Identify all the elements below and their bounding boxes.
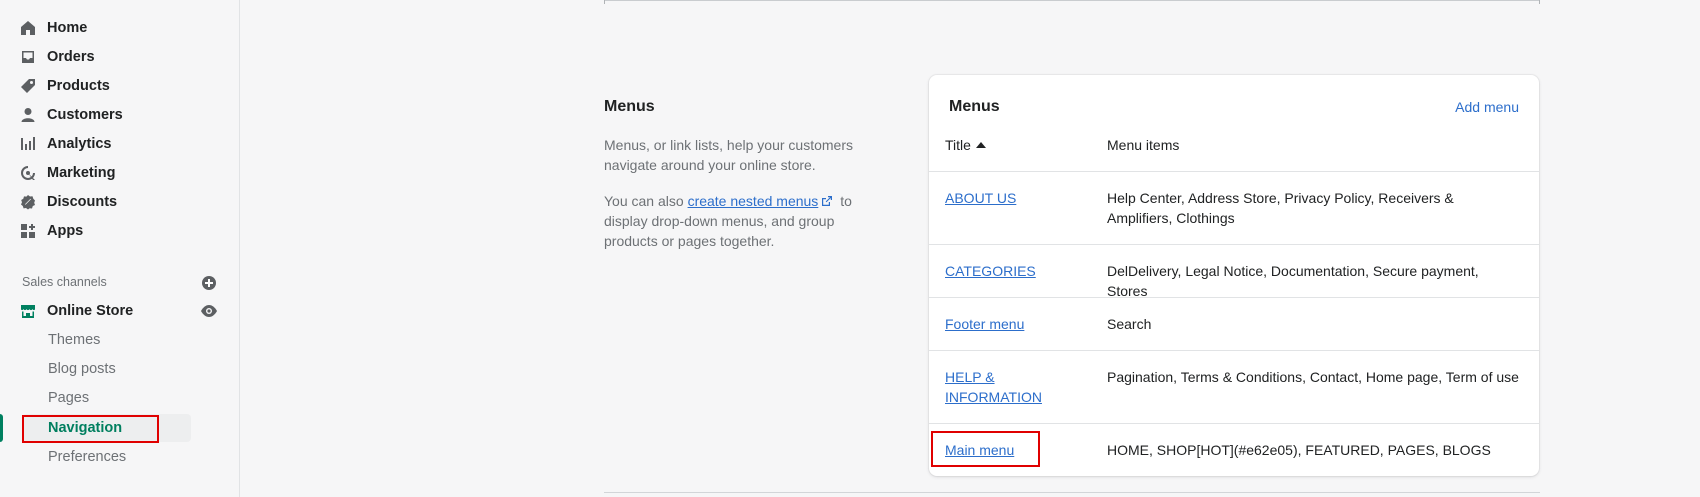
table-row: HELP & INFORMATION Pagination, Terms & C… xyxy=(929,350,1539,423)
section-description-nested: You can also create nested menus to disp… xyxy=(604,193,852,249)
menu-items-text: Pagination, Terms & Conditions, Contact,… xyxy=(1107,369,1519,385)
sales-channels-heading: Sales channels xyxy=(22,275,107,289)
tag-icon xyxy=(20,78,36,94)
menu-title-link[interactable]: ABOUT US xyxy=(945,188,1065,208)
add-menu-button[interactable]: Add menu xyxy=(1455,99,1519,115)
table-row: CATEGORIES DelDelivery, Legal Notice, Do… xyxy=(929,244,1539,299)
menu-title-link[interactable]: CATEGORIES xyxy=(945,261,1065,281)
highlight-box-main-menu xyxy=(931,431,1040,467)
eye-icon[interactable] xyxy=(200,304,218,318)
sidebar-item-label: Orders xyxy=(47,49,95,65)
menu-items-text: DelDelivery, Legal Notice, Documentation… xyxy=(1107,263,1479,299)
target-icon xyxy=(20,165,36,181)
sidebar-item-online-store[interactable]: Online Store xyxy=(20,297,220,325)
external-link-icon xyxy=(822,196,833,206)
sidebar-item-home[interactable]: Home xyxy=(20,14,220,42)
sidebar-item-label: Online Store xyxy=(47,303,134,319)
inbox-icon xyxy=(20,49,36,65)
store-icon xyxy=(20,303,36,319)
create-nested-menus-link[interactable]: create nested menus xyxy=(688,193,819,209)
sidebar-item-label: Analytics xyxy=(47,136,112,152)
sidebar-subitem-blog-posts[interactable]: Blog posts xyxy=(48,356,116,382)
sidebar-item-label: Home xyxy=(47,20,88,36)
sidebar-item-discounts[interactable]: Discounts xyxy=(20,188,220,216)
top-divider xyxy=(604,0,1540,4)
menu-items-text: Search xyxy=(1107,316,1152,332)
sort-ascending-icon xyxy=(975,142,986,148)
menus-card: Menus Add menu Title Menu items ABOUT US… xyxy=(929,75,1539,476)
sidebar-item-label: Marketing xyxy=(47,165,116,181)
sidebar-item-label: Customers xyxy=(47,107,123,123)
sidebar-item-marketing[interactable]: Marketing xyxy=(20,159,220,187)
column-header-menu-items: Menu items xyxy=(1107,137,1180,153)
menu-items-text: Help Center, Address Store, Privacy Poli… xyxy=(1107,190,1454,226)
card-title: Menus xyxy=(949,98,1000,115)
sidebar-item-apps[interactable]: Apps xyxy=(20,217,220,245)
add-channel-icon[interactable] xyxy=(201,275,217,291)
sidebar: Home Orders Products Customers Analytics… xyxy=(0,0,240,497)
sidebar-item-label: Discounts xyxy=(47,194,118,210)
discount-icon xyxy=(20,194,36,210)
sidebar-subitem-pages[interactable]: Pages xyxy=(48,385,89,411)
sidebar-item-label: Apps xyxy=(47,223,84,239)
bar-chart-icon xyxy=(20,136,36,152)
menu-items-text: HOME, SHOP[HOT](#e62e05), FEATURED, PAGE… xyxy=(1107,442,1491,458)
table-row: Footer menu Search xyxy=(929,297,1539,350)
menu-title-link[interactable]: Footer menu xyxy=(945,314,1065,334)
sidebar-item-products[interactable]: Products xyxy=(20,72,220,100)
sidebar-item-customers[interactable]: Customers xyxy=(20,101,220,129)
section-description: Menus, or link lists, help your customer… xyxy=(604,137,853,173)
menu-title-link[interactable]: HELP & INFORMATION xyxy=(945,367,1065,407)
apps-icon xyxy=(20,223,36,239)
sidebar-item-analytics[interactable]: Analytics xyxy=(20,130,220,158)
person-icon xyxy=(20,107,36,123)
bottom-divider xyxy=(604,492,1540,493)
sidebar-subitem-themes[interactable]: Themes xyxy=(48,327,100,353)
highlight-box-navigation xyxy=(22,415,159,443)
column-header-title[interactable]: Title xyxy=(945,137,986,153)
active-indicator xyxy=(0,414,3,442)
sidebar-item-orders[interactable]: Orders xyxy=(20,43,220,71)
section-title: Menus xyxy=(604,98,655,115)
table-row: ABOUT US Help Center, Address Store, Pri… xyxy=(929,171,1539,244)
home-icon xyxy=(20,20,36,36)
sidebar-subitem-preferences[interactable]: Preferences xyxy=(48,444,126,470)
sidebar-item-label: Products xyxy=(47,78,110,94)
